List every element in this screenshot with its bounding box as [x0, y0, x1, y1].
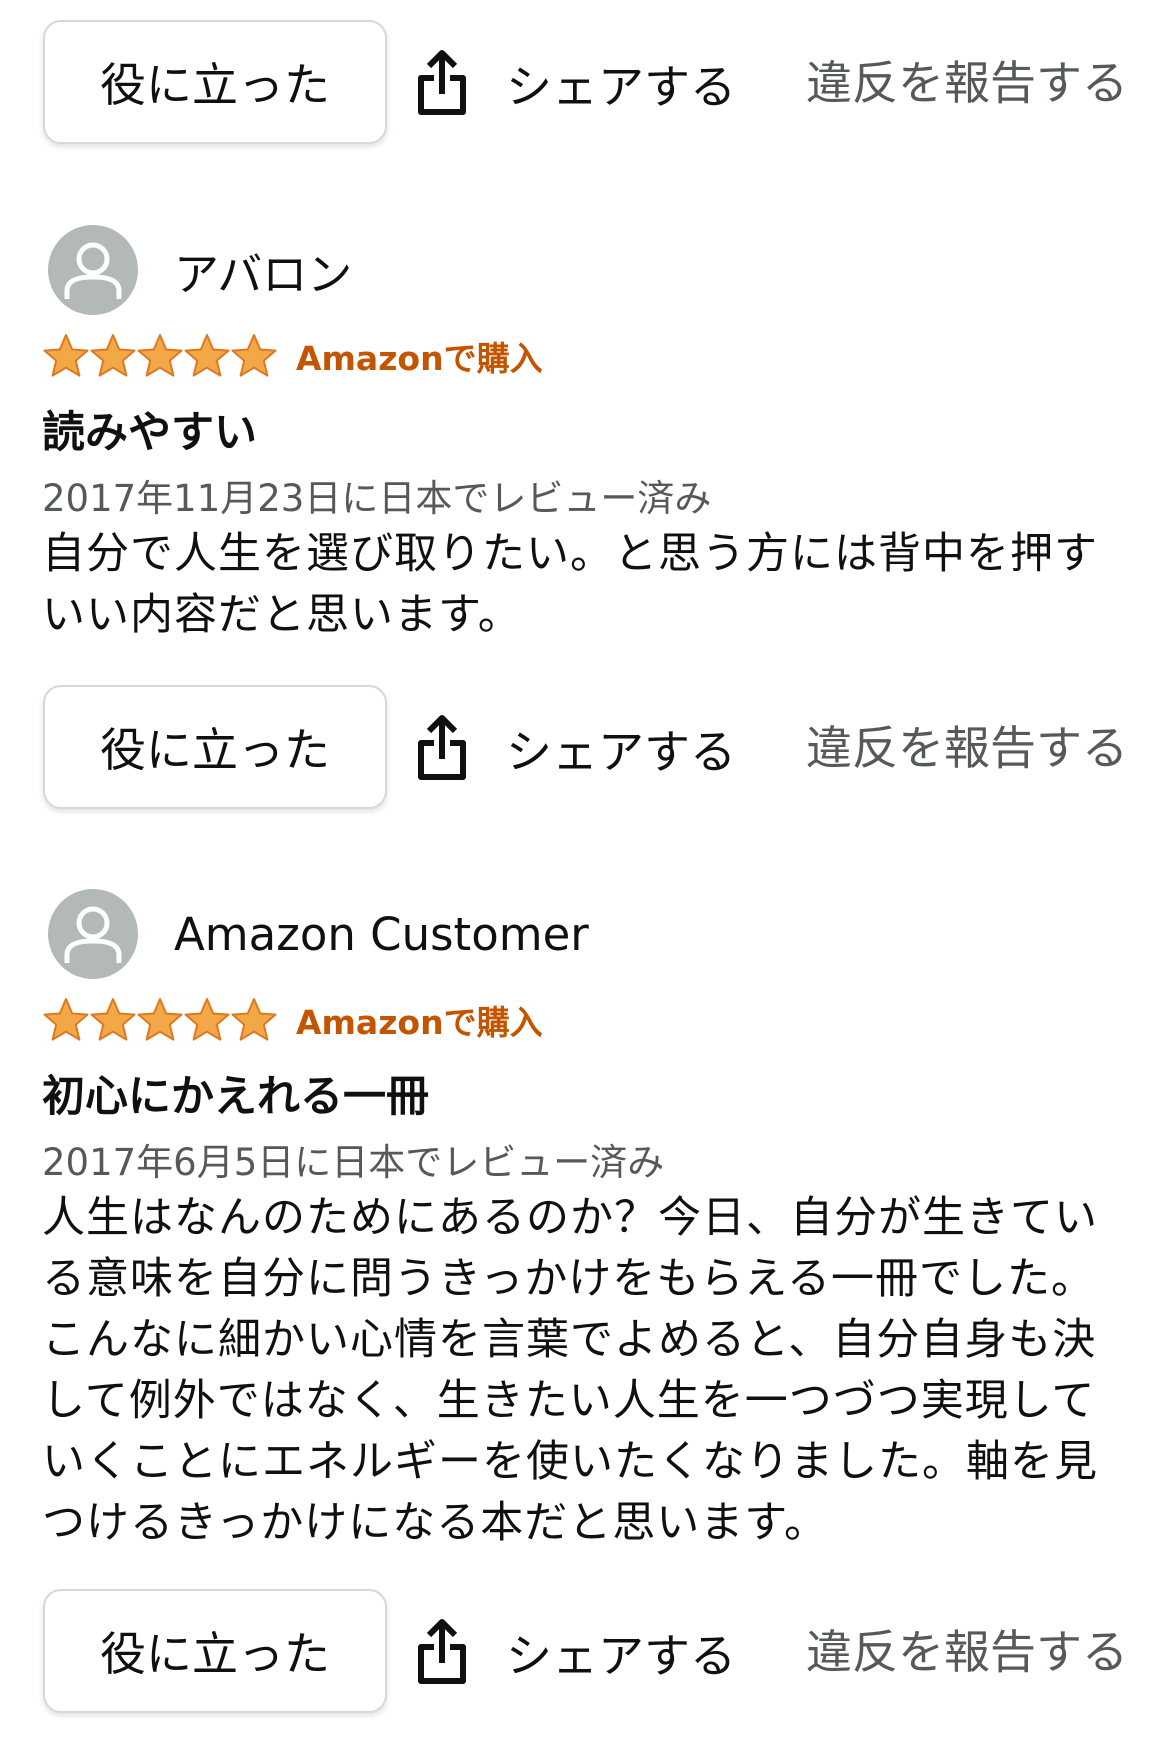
review-title[interactable]: 読みやすい: [42, 398, 257, 460]
review-card: アバロン Amazonで購入 読みやすい 2017年11月23日に日本でレビュー…: [0, 224, 1170, 640]
review-body-line: つけるきっかけになる本だと思います。: [42, 1498, 828, 1548]
report-abuse-link[interactable]: 違反を報告する: [806, 1615, 1128, 1689]
review-body-line: いくことにエネルギーを使いたくなりました。軸を見: [42, 1437, 1098, 1487]
rating-row: Amazonで購入: [42, 332, 543, 380]
helpful-button[interactable]: 役に立った: [43, 20, 387, 144]
star-icon: [184, 334, 230, 377]
review-body-line: いい内容だと思います。: [42, 590, 522, 640]
review-title[interactable]: 初心にかえれる一冊: [42, 1062, 429, 1124]
review-date: 2017年6月5日に日本でレビュー済み: [42, 1141, 665, 1184]
avatar: [48, 225, 138, 315]
review-card: Amazon Customer Amazonで購入 初心にかえれる一冊 2017…: [0, 888, 1170, 1548]
star-icon: [43, 334, 89, 377]
avatar: [48, 889, 138, 979]
review-date: 2017年11月23日に日本でレビュー済み: [42, 477, 712, 520]
report-abuse-link[interactable]: 違反を報告する: [806, 46, 1128, 120]
star-icon: [184, 998, 230, 1041]
star-icon: [43, 998, 89, 1041]
reviewer-name: アバロン: [174, 247, 353, 301]
report-abuse-link[interactable]: 違反を報告する: [806, 711, 1128, 785]
helpful-button[interactable]: 役に立った: [43, 1589, 387, 1713]
review-body-line: 人生はなんのためにあるのか？今日、自分が生きてい: [42, 1193, 1098, 1243]
star-icon: [90, 334, 136, 377]
share-button[interactable]: シェアする: [414, 1613, 736, 1693]
star-icon: [231, 334, 277, 377]
star-rating[interactable]: [42, 997, 278, 1043]
share-label: シェアする: [506, 725, 736, 779]
star-rating[interactable]: [42, 333, 278, 379]
share-label: シェアする: [506, 1629, 736, 1683]
reviewer-profile[interactable]: アバロン: [48, 224, 352, 316]
share-label: シェアする: [506, 60, 736, 114]
default-avatar-icon: [64, 242, 122, 299]
review-body: 自分で人生を選び取りたい。と思う方には背中を押す いい内容だと思います。: [42, 524, 1132, 646]
star-icon: [137, 334, 183, 377]
helpful-button[interactable]: 役に立った: [43, 685, 387, 809]
review-body-line: こんなに細かい心情を言葉でよめると、自分自身も決: [42, 1315, 1097, 1365]
reviewer-name: Amazon Customer: [174, 907, 589, 961]
rating-row: Amazonで購入: [42, 996, 543, 1044]
share-button[interactable]: シェアする: [414, 44, 736, 124]
share-icon: [418, 50, 466, 115]
star-icon: [231, 998, 277, 1041]
review-body-line: 自分で人生を選び取りたい。と思う方には背中を押す: [42, 529, 1098, 579]
verified-purchase-badge: Amazonで購入: [296, 1003, 543, 1042]
reviewer-profile[interactable]: Amazon Customer: [48, 888, 589, 980]
share-icon: [418, 1619, 466, 1684]
verified-purchase-badge: Amazonで購入: [296, 339, 543, 378]
review-body-line: して例外ではなく、生きたい人生を一つづつ実現して: [42, 1376, 1096, 1426]
action-row: 役に立った シェアする 違反を報告する: [0, 20, 1170, 146]
default-avatar-icon: [64, 906, 122, 963]
review-body: 人生はなんのためにあるのか？今日、自分が生きてい る意味を自分に問うきっかけをも…: [42, 1188, 1132, 1554]
star-icon: [137, 998, 183, 1041]
share-button[interactable]: シェアする: [414, 709, 736, 789]
share-icon: [418, 715, 466, 780]
action-row: 役に立った シェアする 違反を報告する: [0, 685, 1170, 811]
action-row: 役に立った シェアする 違反を報告する: [0, 1589, 1170, 1715]
star-icon: [90, 998, 136, 1041]
review-body-line: る意味を自分に問うきっかけをもらえる一冊でした。: [42, 1254, 1095, 1304]
